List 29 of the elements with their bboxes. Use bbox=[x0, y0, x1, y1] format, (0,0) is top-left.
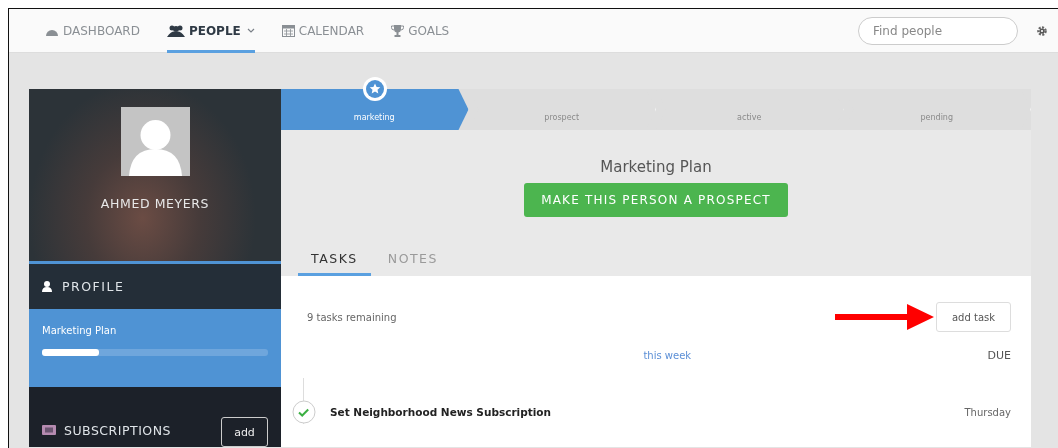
tasks-remaining: 9 tasks remaining bbox=[307, 311, 398, 323]
task-checkbox[interactable] bbox=[292, 400, 316, 424]
calendar-icon bbox=[281, 24, 295, 37]
add-task-button[interactable]: add task bbox=[936, 302, 1011, 332]
prospect-button[interactable]: MAKE THIS PERSON A PROSPECT bbox=[524, 183, 788, 217]
nav-tab[interactable]: GOALS bbox=[391, 9, 450, 53]
nav-tab[interactable]: CALENDAR bbox=[281, 9, 365, 53]
caret-icon bbox=[246, 28, 255, 33]
task-title: Set Neighborhood News Subscription bbox=[330, 406, 552, 418]
add-button[interactable]: add bbox=[221, 417, 268, 447]
task-due-date: Thursday bbox=[964, 406, 1011, 418]
stage-step[interactable]: marketing bbox=[281, 89, 469, 130]
section-title: PROFILE bbox=[62, 279, 125, 294]
week-link[interactable]: this week bbox=[307, 349, 988, 361]
person-name: AHMED MEYERS bbox=[100, 196, 210, 211]
nav-tab[interactable]: PEOPLE bbox=[166, 9, 255, 53]
plan-title: Marketing Plan bbox=[600, 158, 712, 176]
section-title: SUBSCRIPTIONS bbox=[64, 423, 172, 438]
trophy-icon bbox=[391, 24, 405, 37]
ticket-icon bbox=[42, 425, 56, 435]
people-icon bbox=[166, 24, 185, 37]
avatar-icon bbox=[120, 107, 190, 176]
settings-icon bbox=[1036, 24, 1048, 37]
tab[interactable]: NOTES bbox=[374, 243, 451, 276]
sidebar-item[interactable]: Marketing Plan bbox=[29, 309, 281, 387]
due-heading: DUE bbox=[987, 348, 1011, 362]
search-field[interactable]: Find people bbox=[858, 16, 1018, 45]
person-icon bbox=[42, 281, 52, 292]
nav-tab[interactable]: DASHBOARD bbox=[45, 9, 140, 53]
